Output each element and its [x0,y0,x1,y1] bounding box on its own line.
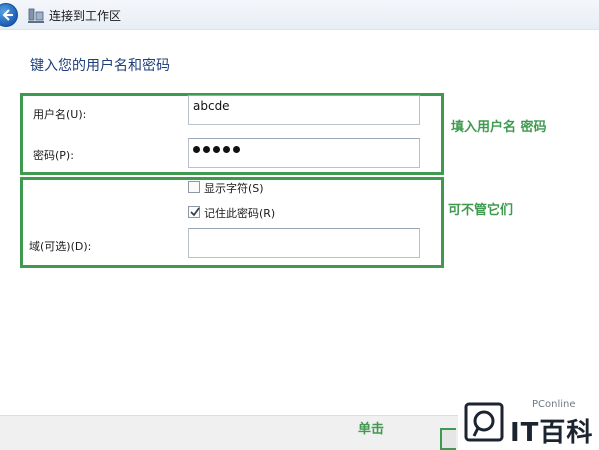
remember-password-checkbox[interactable] [188,206,200,218]
back-arrow-icon [2,9,13,21]
password-dot [203,146,210,153]
connect-workplace-dialog: 连接到工作区 键入您的用户名和密码 用户名(U): abcde 密码(P): 显… [0,0,599,450]
remember-password-label[interactable]: 记住此密码(R) [204,205,275,221]
show-chars-checkbox[interactable] [188,181,200,193]
page-heading: 键入您的用户名和密码 [30,58,170,74]
title-bar: 连接到工作区 [0,0,599,30]
ok-button[interactable] [440,428,456,450]
watermark-site: PConline [532,399,576,410]
annotation-click: 单击 [358,422,385,437]
back-button[interactable] [0,3,18,27]
domain-label: 域(可选)(D): [29,240,92,253]
domain-input[interactable] [188,228,420,258]
annotation-ignore: 可不管它们 [448,203,514,218]
pconline-watermark: PConline IT百科 [458,394,599,450]
password-dot [233,146,240,153]
network-icon [28,8,44,23]
pconline-logo-icon [464,402,504,442]
password-dot [223,146,230,153]
password-label: 密码(P): [33,149,74,162]
annotation-fill-credentials: 填入用户名 密码 [451,120,547,135]
password-dot [193,146,200,153]
checkmark-icon [190,207,200,217]
watermark-brand: IT百科 [510,418,594,448]
username-input[interactable]: abcde [188,95,420,125]
window-title: 连接到工作区 [49,9,122,23]
username-value: abcde [193,99,230,113]
password-dot [213,146,220,153]
password-input[interactable] [188,138,420,168]
show-chars-label[interactable]: 显示字符(S) [204,180,264,196]
username-label: 用户名(U): [33,108,87,121]
password-mask [193,146,240,153]
